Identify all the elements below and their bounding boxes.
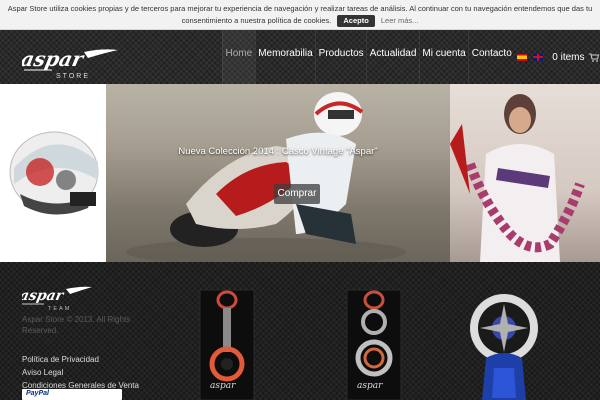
svg-text:TEAM: TEAM bbox=[48, 306, 71, 312]
product-conrod-red[interactable]: aspar bbox=[196, 288, 258, 400]
legal-notice-link[interactable]: Aviso Legal bbox=[22, 366, 139, 379]
copyright-text: Aspar Store © 2013. All Rights Reserved. bbox=[22, 315, 131, 335]
cookie-message-line1: Aspar Store utiliza cookies propias y de… bbox=[7, 4, 593, 13]
cart-count: 0 items bbox=[552, 51, 585, 63]
product-blue-piston[interactable] bbox=[464, 288, 544, 400]
site-header: aspar STORE Home Memorabilia Productos A… bbox=[0, 30, 600, 84]
cookie-accept-button[interactable]: Acepto bbox=[337, 15, 375, 27]
spanish-flag-icon[interactable] bbox=[517, 53, 528, 61]
hero-caption: Nueva Colección 2014 : Casco Vintage "As… bbox=[178, 146, 378, 157]
main-nav: Home Memorabilia Productos Actualidad Mi… bbox=[222, 30, 599, 84]
cookie-bar: Aspar Store utiliza cookies propias y de… bbox=[0, 0, 600, 30]
product-conrod-gold[interactable]: aspar bbox=[343, 288, 405, 400]
aspar-store-logo[interactable]: aspar STORE bbox=[22, 46, 120, 80]
nav-productos[interactable]: Productos bbox=[315, 30, 366, 84]
english-flag-icon[interactable] bbox=[533, 53, 544, 61]
champion-illustration bbox=[450, 94, 585, 262]
nav-memorabilia[interactable]: Memorabilia bbox=[254, 30, 315, 84]
helmet-image[interactable] bbox=[0, 84, 106, 262]
svg-text:aspar: aspar bbox=[22, 288, 66, 304]
champion-photo[interactable] bbox=[450, 84, 600, 262]
racer-illustration bbox=[126, 92, 406, 262]
paypal-label: PayPal bbox=[26, 390, 49, 397]
hero-main-slide[interactable]: Nueva Colección 2014 : Casco Vintage "As… bbox=[106, 84, 450, 262]
privacy-policy-link[interactable]: Política de Privacidad bbox=[22, 353, 139, 366]
cart-icon bbox=[588, 53, 599, 62]
aspar-team-logo[interactable]: aspar TEAM bbox=[22, 286, 94, 312]
buy-button[interactable]: Comprar bbox=[274, 184, 320, 204]
svg-text:aspar: aspar bbox=[210, 381, 236, 391]
hero-slider: Nueva Colección 2014 : Casco Vintage "As… bbox=[0, 84, 600, 262]
cookie-read-more-link[interactable]: Leer más... bbox=[381, 15, 419, 27]
paypal-badge: PayPal bbox=[22, 389, 122, 400]
cart-link[interactable]: 0 items bbox=[552, 51, 599, 63]
svg-text:aspar: aspar bbox=[22, 47, 87, 71]
nav-actualidad[interactable]: Actualidad bbox=[366, 30, 419, 84]
svg-text:STORE: STORE bbox=[56, 73, 90, 80]
nav-mi-cuenta[interactable]: Mi cuenta bbox=[418, 30, 468, 84]
svg-text:aspar: aspar bbox=[357, 381, 383, 391]
nav-contacto[interactable]: Contacto bbox=[468, 30, 514, 84]
cookie-message-line2: consentimiento a nuestra política de coo… bbox=[181, 16, 332, 25]
site-footer: aspar TEAM Aspar Store © 2013. All Right… bbox=[0, 262, 600, 400]
helmet-illustration bbox=[9, 131, 99, 215]
footer-links: Política de Privacidad Aviso Legal Condi… bbox=[22, 353, 139, 392]
nav-home[interactable]: Home bbox=[222, 30, 255, 84]
